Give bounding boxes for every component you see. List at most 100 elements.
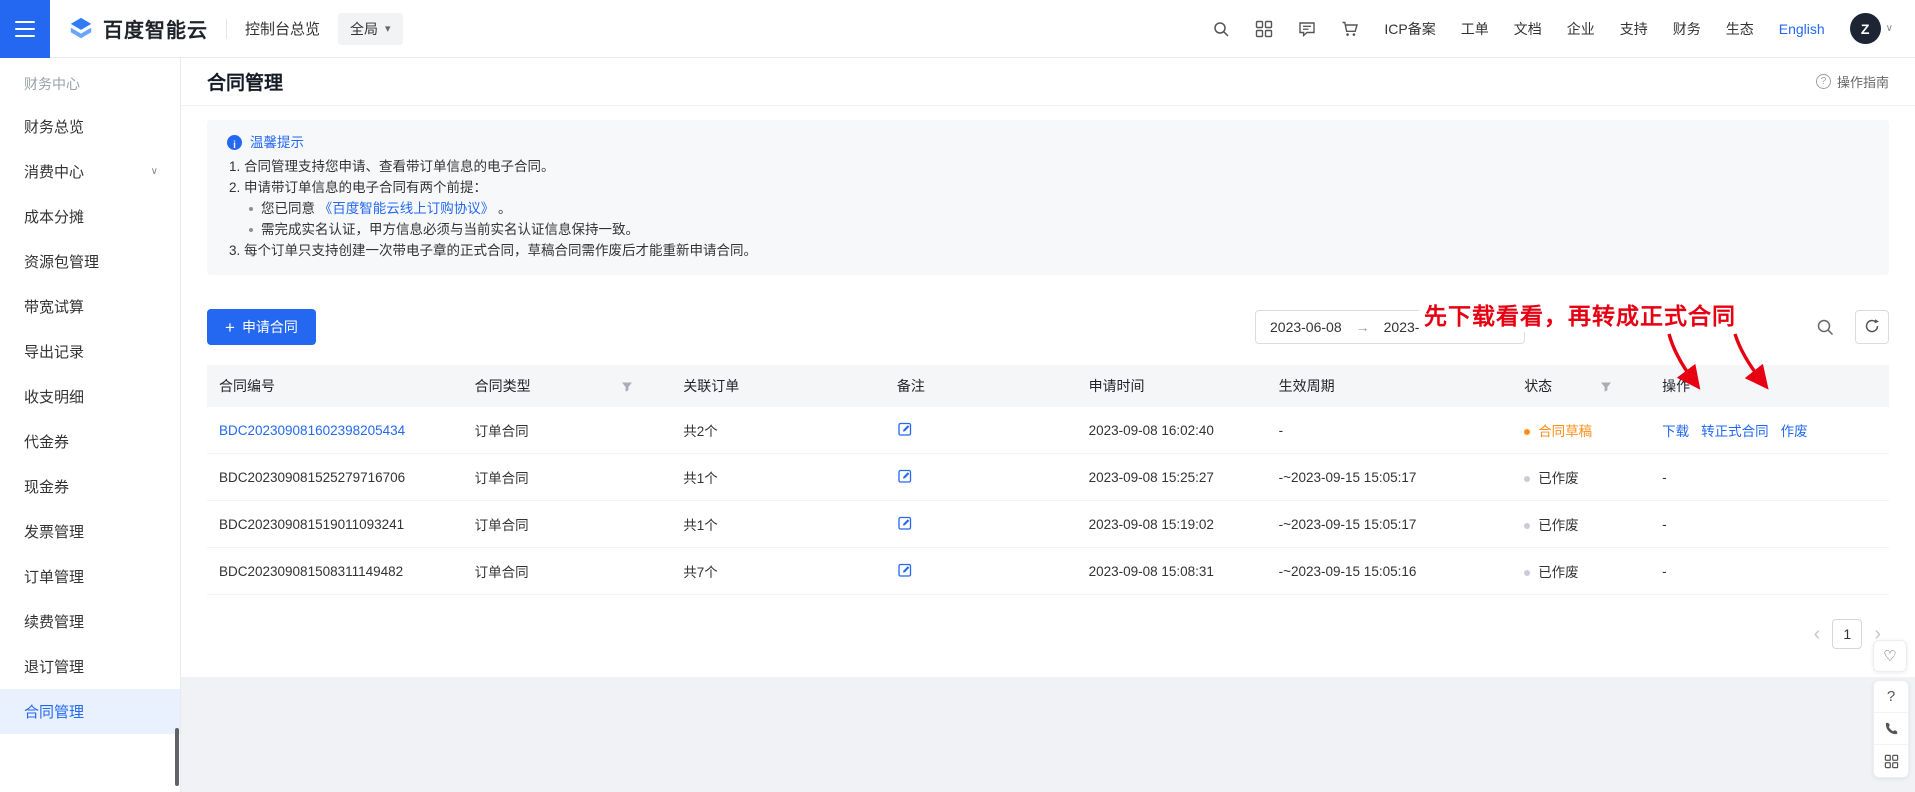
apply-time-cell: 2023-09-08 16:02:40	[1077, 407, 1267, 454]
tips-box: i 温馨提示 1. 合同管理支持您申请、查看带订单信息的电子合同。 2. 申请带…	[207, 120, 1889, 275]
nav-tickets[interactable]: 工单	[1461, 19, 1489, 39]
page-title: 合同管理	[207, 68, 283, 95]
cart-icon[interactable]	[1341, 20, 1359, 38]
col-note: 备注	[885, 365, 1077, 407]
sidebar-item-export-records[interactable]: 导出记录	[0, 329, 180, 374]
edit-note-icon[interactable]	[897, 421, 913, 437]
main-content: 合同管理 ? 操作指南 i 温馨提示 1. 合同管理支持您申请、查看带订单信息的…	[181, 58, 1915, 792]
nav-icp[interactable]: ICP备案	[1384, 19, 1435, 39]
status-dot	[1524, 523, 1530, 529]
sidebar-item-cash-coupons[interactable]: 现金券	[0, 464, 180, 509]
edit-note-icon[interactable]	[897, 562, 913, 578]
bullet-dot	[249, 207, 253, 211]
filter-funnel-icon[interactable]	[1600, 380, 1612, 392]
effective-period-cell: -~2023-09-15 15:05:16	[1267, 548, 1513, 595]
message-icon[interactable]	[1298, 20, 1316, 38]
edit-note-icon[interactable]	[897, 515, 913, 531]
col-contract-type: 合同类型	[463, 365, 672, 407]
scrollbar-thumb[interactable]	[175, 728, 179, 786]
region-selector[interactable]: 全局 ▾	[338, 13, 403, 45]
tutorial-annotation-arrows	[1643, 330, 1793, 402]
status-cell: 合同草稿	[1512, 407, 1650, 454]
console-overview-link[interactable]: 控制台总览	[245, 18, 320, 39]
nav-support[interactable]: 支持	[1620, 19, 1648, 39]
apply-time-cell: 2023-09-08 15:08:31	[1077, 548, 1267, 595]
sidebar-item-bandwidth-estimate[interactable]: 带宽试算	[0, 284, 180, 329]
download-action-link[interactable]: 下载	[1662, 424, 1689, 439]
sidebar-item-finance-overview[interactable]: 财务总览	[0, 104, 180, 149]
status-cell: 已作废	[1512, 548, 1650, 595]
topbar: 百度智能云 控制台总览 全局 ▾ ICP备案 工单 文档 企业 支持 财务 生态…	[0, 0, 1915, 58]
divider	[226, 19, 227, 39]
brand-name: 百度智能云	[103, 14, 208, 43]
apply-time-cell: 2023-09-08 15:19:02	[1077, 501, 1267, 548]
search-icon[interactable]	[1212, 20, 1230, 38]
bullet-dot	[249, 228, 253, 232]
account-menu[interactable]: Z ∨	[1850, 13, 1893, 44]
contract-table: 合同编号 合同类型 关联订单 备注 申请时间 生效周期 状态	[207, 365, 1889, 595]
nav-ecosystem[interactable]: 生态	[1726, 19, 1754, 39]
contract-id-cell: BDC202309081525279716706	[207, 454, 463, 501]
contract-type-cell: 订单合同	[463, 454, 672, 501]
related-orders-cell: 共1个	[671, 454, 885, 501]
region-selector-value: 全局	[350, 19, 378, 39]
related-orders-cell: 共7个	[671, 548, 885, 595]
help-icon[interactable]: ?	[1874, 681, 1908, 713]
range-arrow-icon: →	[1356, 319, 1370, 335]
effective-period-cell: -~2023-09-15 15:05:17	[1267, 454, 1513, 501]
sidebar-item-renewal-management[interactable]: 续费管理	[0, 599, 180, 644]
sidebar-item-vouchers[interactable]: 代金券	[0, 419, 180, 464]
related-orders-cell: 共2个	[671, 407, 885, 454]
col-contract-id: 合同编号	[207, 365, 463, 407]
table-row: BDC202309081525279716706 订单合同 共1个 2023-0…	[207, 454, 1889, 501]
status-dot	[1524, 570, 1530, 576]
sidebar-item-contract-management[interactable]: 合同管理	[0, 689, 180, 734]
contract-id-link[interactable]: BDC202309081602398205434	[219, 423, 405, 438]
refresh-icon	[1864, 318, 1880, 337]
sidebar-item-cost-allocation[interactable]: 成本分摊	[0, 194, 180, 239]
effective-period-cell: -~2023-09-15 15:05:17	[1267, 501, 1513, 548]
sidebar-item-invoice-management[interactable]: 发票管理	[0, 509, 180, 554]
prev-page-button[interactable]: ‹	[1814, 624, 1821, 644]
caret-down-icon: ▾	[385, 22, 391, 35]
apps-grid-icon[interactable]	[1255, 20, 1273, 38]
table-row: BDC202309081508311149482 订单合同 共7个 2023-0…	[207, 548, 1889, 595]
table-search-icon[interactable]	[1815, 317, 1835, 337]
table-row: BDC202309081602398205434 订单合同 共2个 2023-0…	[207, 407, 1889, 454]
chevron-down-icon: ∨	[1886, 23, 1893, 34]
favorite-heart-icon[interactable]: ♡	[1873, 640, 1907, 672]
sidebar-item-consumption-center[interactable]: 消费中心∨	[0, 149, 180, 194]
mini-apps-grid-icon[interactable]	[1874, 745, 1908, 777]
nav-finance[interactable]: 财务	[1673, 19, 1701, 39]
page-number-button[interactable]: 1	[1832, 619, 1862, 649]
sidebar-item-resource-packages[interactable]: 资源包管理	[0, 239, 180, 284]
sidebar-item-unsubscribe-management[interactable]: 退订管理	[0, 644, 180, 689]
apply-time-cell: 2023-09-08 15:25:27	[1077, 454, 1267, 501]
status-dot	[1524, 429, 1530, 435]
convert-to-formal-action-link[interactable]: 转正式合同	[1701, 424, 1769, 439]
filter-funnel-icon[interactable]	[621, 380, 633, 392]
plus-icon: +	[225, 319, 235, 336]
status-badge: 已作废	[1538, 471, 1579, 486]
contract-id-cell: BDC202309081519011093241	[207, 501, 463, 548]
brand-logo[interactable]: 百度智能云	[68, 14, 208, 43]
contract-type-cell: 订单合同	[463, 501, 672, 548]
refresh-button[interactable]	[1855, 310, 1889, 344]
apply-contract-button[interactable]: + 申请合同	[207, 309, 316, 345]
language-switch[interactable]: English	[1779, 21, 1825, 37]
operation-guide-link[interactable]: ? 操作指南	[1816, 72, 1889, 91]
tips-section: i 温馨提示 1. 合同管理支持您申请、查看带订单信息的电子合同。 2. 申请带…	[181, 106, 1915, 287]
hamburger-menu-button[interactable]	[0, 0, 50, 58]
edit-note-icon[interactable]	[897, 468, 913, 484]
purchase-agreement-link[interactable]: 《百度智能云线上订购协议》	[319, 201, 495, 216]
sidebar-item-order-management[interactable]: 订单管理	[0, 554, 180, 599]
status-cell: 已作废	[1512, 501, 1650, 548]
nav-docs[interactable]: 文档	[1514, 19, 1542, 39]
status-badge: 已作废	[1538, 518, 1579, 533]
info-icon: i	[227, 135, 242, 150]
sidebar-item-income-expense-details[interactable]: 收支明细	[0, 374, 180, 419]
status-badge: 合同草稿	[1538, 424, 1592, 439]
nav-enterprise[interactable]: 企业	[1567, 19, 1595, 39]
void-action-link[interactable]: 作废	[1781, 424, 1808, 439]
phone-support-icon[interactable]	[1874, 713, 1908, 745]
